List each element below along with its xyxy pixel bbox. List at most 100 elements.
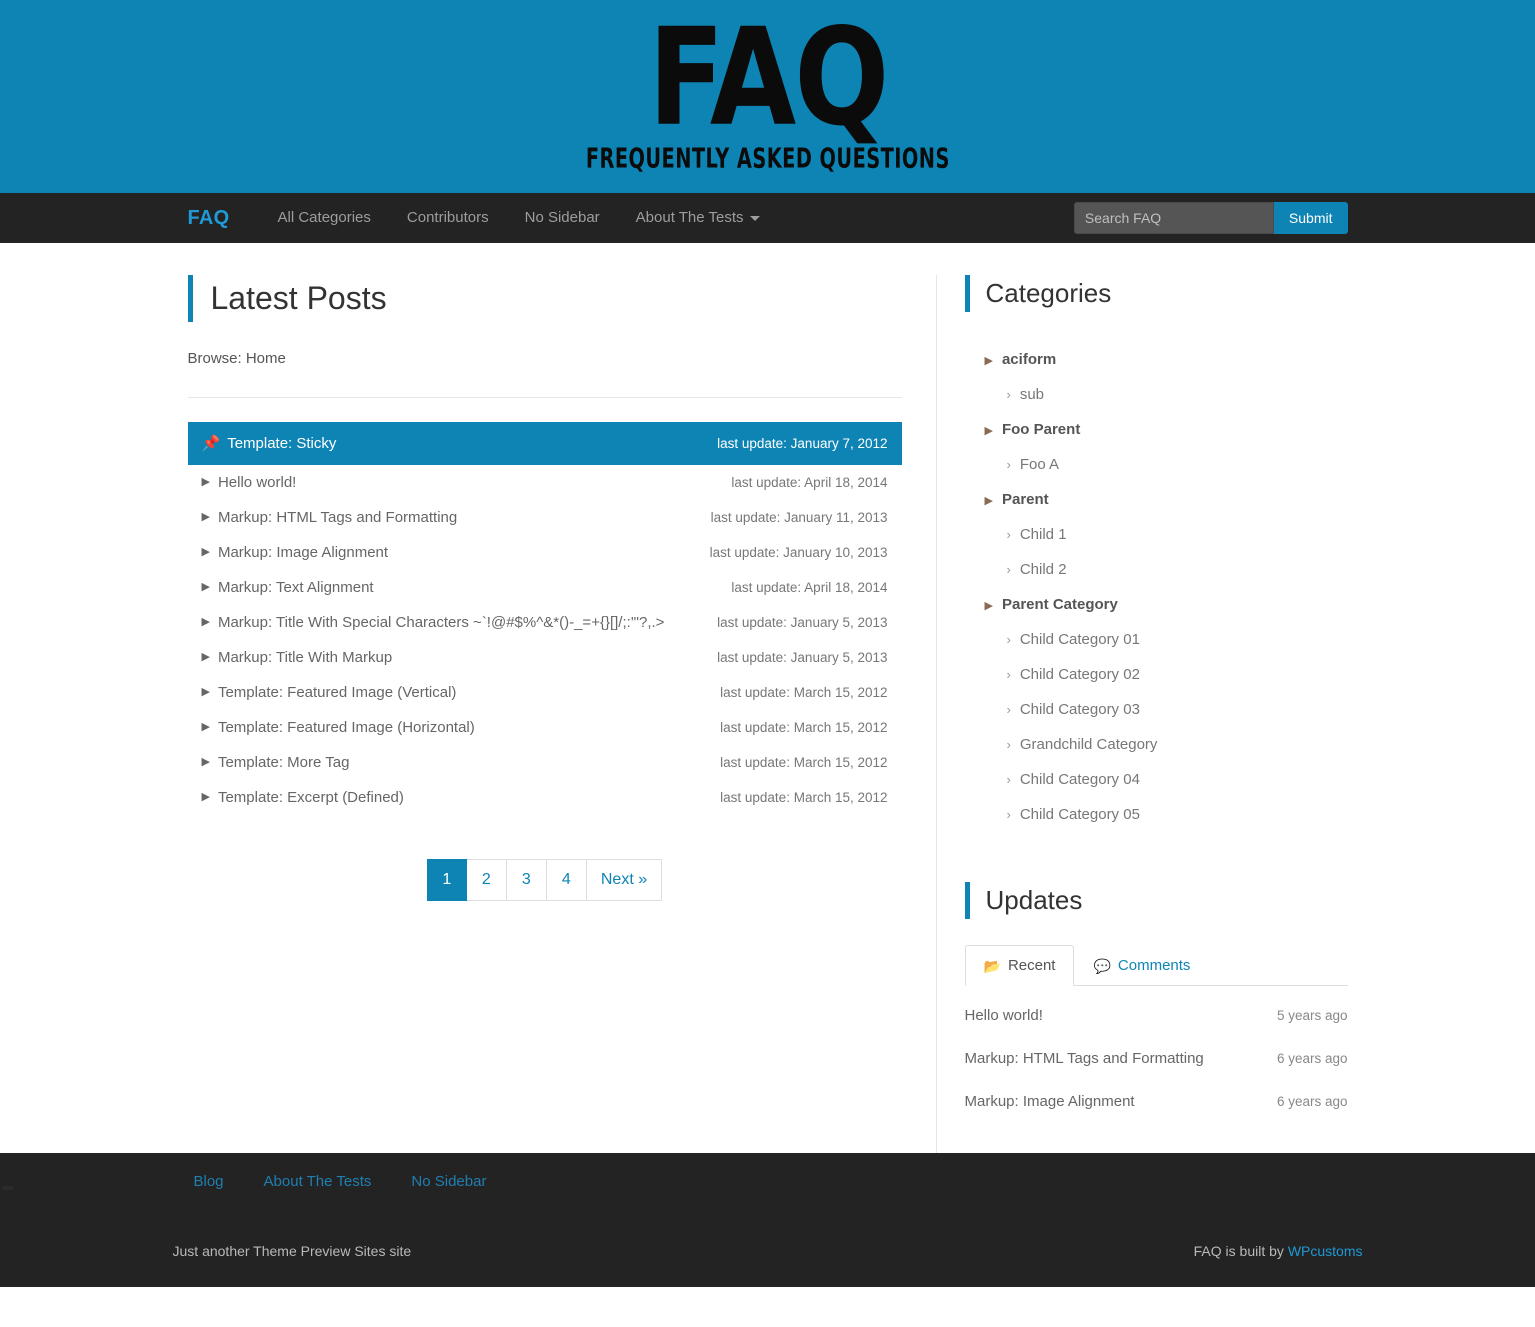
footer-link-no-sidebar[interactable]: No Sidebar — [405, 1173, 492, 1190]
category-item-child-1[interactable]: › Child 1 — [965, 517, 1348, 552]
post-title-link[interactable]: ▶ Markup: Text Alignment — [202, 579, 374, 596]
category-item-foo-parent[interactable]: ▶ Foo Parent — [965, 412, 1348, 447]
caret-right-icon: ▶ — [201, 616, 210, 629]
update-item[interactable]: Markup: HTML Tags and Formatting 6 years… — [965, 1037, 1348, 1080]
category-label[interactable]: Foo A — [1020, 456, 1059, 473]
post-row[interactable]: ▶ Hello world! last update: April 18, 201… — [188, 465, 902, 500]
update-title-link[interactable]: Markup: HTML Tags and Formatting — [965, 1050, 1204, 1067]
post-title-text: Markup: Title With Markup — [217, 649, 393, 667]
pagination-page-3[interactable]: 3 — [506, 859, 547, 902]
scrollbar-nub[interactable] — [2, 1186, 13, 1190]
category-item-child-category-01[interactable]: › Child Category 01 — [965, 622, 1348, 657]
category-label[interactable]: Parent Category — [1002, 596, 1118, 613]
category-item-child-category-03[interactable]: › Child Category 03 — [965, 692, 1348, 727]
pagination: 1 2 3 4 Next » — [188, 859, 902, 902]
post-row[interactable]: ▶ Markup: Title With Special Characters ~… — [188, 605, 902, 640]
post-row[interactable]: ▶ Markup: Image Alignment last update: Ja… — [188, 535, 902, 570]
post-row[interactable]: ▶ Markup: HTML Tags and Formatting last u… — [188, 500, 902, 535]
search-submit-button[interactable]: Submit — [1273, 202, 1348, 234]
nav-item-all-categories[interactable]: All Categories — [260, 193, 389, 243]
caret-right-icon: ▶ — [201, 686, 210, 699]
category-item-child-category-04[interactable]: › Child Category 04 — [965, 762, 1348, 797]
post-row[interactable]: ▶ Template: More Tag last update: March 1… — [188, 745, 902, 780]
chevron-right-icon: › — [1006, 807, 1011, 823]
pagination-next[interactable]: Next » — [586, 859, 663, 902]
footer-link-about-the-tests[interactable]: About The Tests — [258, 1173, 378, 1190]
post-title-link[interactable]: ▶ Markup: Title With Markup — [202, 649, 393, 666]
category-label[interactable]: sub — [1020, 386, 1044, 403]
category-item-parent-category[interactable]: ▶ Parent Category — [965, 587, 1348, 622]
update-title-link[interactable]: Hello world! — [965, 1007, 1043, 1024]
update-item[interactable]: Hello world! 5 years ago — [965, 994, 1348, 1037]
category-item-child-category-05[interactable]: › Child Category 05 — [965, 797, 1348, 832]
post-title-text: Template: More Tag — [217, 754, 350, 772]
category-label[interactable]: Child Category 03 — [1020, 701, 1140, 718]
category-label[interactable]: aciform — [1002, 351, 1056, 368]
category-label[interactable]: Child Category 02 — [1020, 666, 1140, 683]
post-row[interactable]: ▶ Template: Excerpt (Defined) last update… — [188, 780, 902, 815]
pagination-page-1[interactable]: 1 — [426, 859, 467, 902]
footer-credit-link[interactable]: WPcustoms — [1288, 1243, 1363, 1259]
post-row[interactable]: ▶ Markup: Title With Markup last update: … — [188, 640, 902, 675]
nav-item-about-the-tests[interactable]: About The Tests — [618, 193, 778, 243]
post-date: last update: March 15, 2012 — [720, 720, 888, 736]
post-title-link[interactable]: 📌 Template: Sticky — [202, 435, 337, 452]
category-label[interactable]: Child Category 05 — [1020, 806, 1140, 823]
pagination-page-4[interactable]: 4 — [546, 859, 587, 902]
update-title-link[interactable]: Markup: Image Alignment — [965, 1093, 1135, 1110]
site-logo[interactable]: FAQ FREQUENTLY ASKED QUESTIONS — [561, 10, 975, 173]
category-item-foo-a[interactable]: › Foo A — [965, 447, 1348, 482]
post-title-text: Template: Sticky — [227, 435, 337, 453]
updates-title: Updates — [964, 882, 1348, 920]
category-item-child-2[interactable]: › Child 2 — [965, 552, 1348, 587]
nav-item-contributors[interactable]: Contributors — [389, 193, 507, 243]
chevron-right-icon: › — [1006, 562, 1011, 578]
tab-comments[interactable]: 💬 Comments — [1074, 945, 1209, 986]
search-input[interactable] — [1073, 202, 1274, 234]
category-item-parent[interactable]: ▶ Parent — [965, 482, 1348, 517]
category-label[interactable]: Child Category 04 — [1020, 771, 1140, 788]
category-item-child-category-02[interactable]: › Child Category 02 — [965, 657, 1348, 692]
tab-recent[interactable]: 📂 Recent — [964, 945, 1075, 987]
category-label[interactable]: Child 2 — [1020, 561, 1067, 578]
pagination-page-2[interactable]: 2 — [466, 859, 507, 902]
post-title-text: Markup: HTML Tags and Formatting — [217, 509, 458, 527]
navbar-brand[interactable]: FAQ — [188, 207, 230, 230]
update-item[interactable]: Markup: Image Alignment 6 years ago — [965, 1080, 1348, 1123]
post-row[interactable]: ▶ Template: Featured Image (Horizontal) l… — [188, 710, 902, 745]
post-row-sticky[interactable]: 📌 Template: Sticky last update: January 7… — [187, 422, 902, 466]
post-row[interactable]: ▶ Markup: Text Alignment last update: Apr… — [188, 570, 902, 605]
chevron-right-icon: › — [1006, 387, 1011, 403]
footer-bottom: Just another Theme Preview Sites site FA… — [0, 1209, 1535, 1287]
category-label[interactable]: Foo Parent — [1002, 421, 1080, 438]
category-label[interactable]: Child 1 — [1020, 526, 1067, 543]
folder-open-icon: 📂 — [983, 957, 1001, 974]
category-item-sub[interactable]: › sub — [965, 377, 1348, 412]
post-title-link[interactable]: ▶ Template: Featured Image (Horizontal) — [202, 719, 475, 736]
navbar-links: All Categories Contributors No Sidebar A… — [260, 193, 778, 243]
post-date: last update: January 5, 2013 — [717, 650, 888, 666]
nav-item-no-sidebar[interactable]: No Sidebar — [507, 193, 618, 243]
post-title-link[interactable]: ▶ Hello world! — [202, 474, 297, 491]
post-title-link[interactable]: ▶ Markup: Title With Special Characters ~… — [202, 614, 665, 631]
post-title-link[interactable]: ▶ Template: Featured Image (Vertical) — [202, 684, 457, 701]
post-date: last update: March 15, 2012 — [720, 790, 888, 806]
category-label[interactable]: Child Category 01 — [1020, 631, 1140, 648]
main-column: Latest Posts Browse: Home 📌 Template: Sti… — [187, 275, 936, 1153]
post-title-link[interactable]: ▶ Template: Excerpt (Defined) — [202, 789, 404, 806]
footer-link-blog[interactable]: Blog — [188, 1173, 230, 1190]
category-item-grandchild-category[interactable]: › Grandchild Category — [965, 727, 1348, 762]
post-title-link[interactable]: ▶ Markup: HTML Tags and Formatting — [202, 509, 458, 526]
post-title-text: Hello world! — [217, 474, 297, 492]
category-label[interactable]: Parent — [1002, 491, 1049, 508]
footer-credit-prefix: FAQ is built by — [1193, 1243, 1288, 1259]
post-title-link[interactable]: ▶ Template: More Tag — [202, 754, 350, 771]
post-row[interactable]: ▶ Template: Featured Image (Vertical) las… — [188, 675, 902, 710]
comments-icon: 💬 — [1093, 957, 1111, 974]
category-label[interactable]: Grandchild Category — [1020, 736, 1158, 753]
category-item-aciform[interactable]: ▶ aciform — [965, 342, 1348, 377]
footer-tagline: Just another Theme Preview Sites site — [172, 1243, 412, 1259]
post-title-text: Markup: Text Alignment — [217, 579, 374, 597]
logo-subtitle: FREQUENTLY ASKED QUESTIONS — [585, 143, 950, 175]
post-title-link[interactable]: ▶ Markup: Image Alignment — [202, 544, 389, 561]
